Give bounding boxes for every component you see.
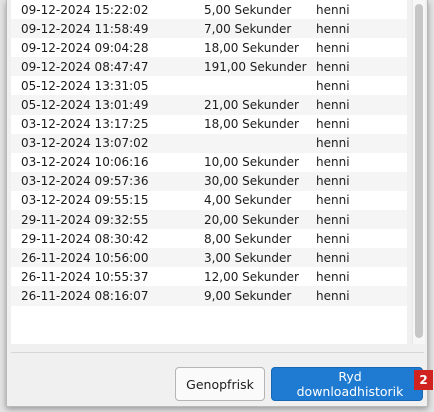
cell-user: henni [316,2,350,17]
cell-date: 05-12-2024 13:01:49 [11,95,204,115]
cell-user: henni [316,40,350,55]
clear-download-history-button[interactable]: Ryd downloadhistorik [271,367,423,401]
cell-duration: 9,00 Sekunder [204,286,316,306]
footer-divider [11,352,424,353]
scrollbar-thumb[interactable] [415,4,423,338]
cell-user: henni [316,286,407,306]
cell-duration: 4,00 Sekunder [204,193,292,208]
cell-duration: 10,00 Sekunder [204,155,299,170]
table-row[interactable]: 09-12-2024 15:22:02 5,00 Sekunder henni [11,0,407,19]
cell-date: 03-12-2024 13:07:02 [11,133,204,153]
cell-date: 03-12-2024 09:55:15 [21,193,149,208]
cell-date: 29-11-2024 08:30:42 [21,231,149,246]
cell-duration: 18,00 Sekunder [204,117,299,132]
cell-duration: 20,00 Sekunder [204,210,316,230]
cell-user: henni [316,269,350,284]
download-history-dialog: 09-12-2024 15:22:02 5,00 Sekunder henni 09-… [6,0,428,407]
table-row[interactable]: 09-12-2024 09:04:28 18,00 Sekunder henni [11,38,407,57]
annotation-badge: 2 [414,370,433,390]
cell-date: 26-11-2024 10:55:37 [21,269,149,284]
cell-user: henni [316,78,350,93]
cell-date: 03-12-2024 09:57:36 [11,171,204,191]
cell-date: 03-12-2024 13:17:25 [21,117,149,132]
cell-date: 03-12-2024 10:06:16 [21,155,149,170]
cell-duration: 21,00 Sekunder [204,95,316,115]
vertical-scrollbar[interactable] [412,0,425,344]
cell-date: 09-12-2024 08:47:47 [11,57,204,77]
cell-duration: 30,00 Sekunder [204,171,316,191]
cell-duration: 7,00 Sekunder [204,19,316,39]
table-row[interactable]: 05-12-2024 13:01:49 21,00 Sekunder henni [11,95,407,115]
cell-user: henni [316,57,407,77]
cell-duration: 5,00 Sekunder [204,2,292,17]
cell-duration: 8,00 Sekunder [204,231,292,246]
cell-date: 09-12-2024 11:58:49 [11,19,204,39]
cell-user: henni [316,95,407,115]
refresh-button[interactable]: Genopfrisk [175,367,265,401]
cell-date: 26-11-2024 10:56:00 [11,248,204,268]
cell-user: henni [316,117,350,132]
cell-user: henni [316,193,350,208]
cell-date: 09-12-2024 15:22:02 [21,2,149,17]
cell-duration: 3,00 Sekunder [204,248,316,268]
table-row[interactable]: 03-12-2024 10:06:16 10,00 Sekunder henni [11,153,407,172]
cell-date: 09-12-2024 09:04:28 [21,40,149,55]
download-history-table: 09-12-2024 15:22:02 5,00 Sekunder henni 09-… [11,0,407,306]
cell-duration: 191,00 Sekunder [204,57,316,77]
table-row[interactable]: 03-12-2024 09:57:36 30,00 Sekunder henni [11,171,407,191]
table-row[interactable]: 09-12-2024 11:58:49 7,00 Sekunder henni [11,19,407,39]
history-table-body: 09-12-2024 15:22:02 5,00 Sekunder henni 09-… [11,0,407,306]
cell-date: 29-11-2024 09:32:55 [11,210,204,230]
cell-user: henni [316,248,407,268]
table-row[interactable]: 03-12-2024 13:17:25 18,00 Sekunder henni [11,115,407,134]
cell-user: henni [316,210,407,230]
table-row[interactable]: 26-11-2024 10:55:37 12,00 Sekunder henni [11,267,407,286]
table-row[interactable]: 03-12-2024 09:55:15 4,00 Sekunder henni [11,191,407,210]
cell-user: henni [316,231,350,246]
table-row[interactable]: 09-12-2024 08:47:47 191,00 Sekunder henni [11,57,407,77]
cell-duration: 12,00 Sekunder [204,269,299,284]
download-history-list[interactable]: 09-12-2024 15:22:02 5,00 Sekunder henni 09-… [11,0,407,344]
cell-duration: 18,00 Sekunder [204,40,299,55]
cell-date: 26-11-2024 08:16:07 [11,286,204,306]
cell-duration [204,133,316,153]
cell-date: 05-12-2024 13:31:05 [21,78,149,93]
table-row[interactable]: 29-11-2024 08:30:42 8,00 Sekunder henni [11,229,407,248]
table-row[interactable]: 29-11-2024 09:32:55 20,00 Sekunder henni [11,210,407,230]
cell-user: henni [316,19,407,39]
table-row[interactable]: 26-11-2024 10:56:00 3,00 Sekunder henni [11,248,407,268]
cell-user: henni [316,155,350,170]
table-row[interactable]: 26-11-2024 08:16:07 9,00 Sekunder henni [11,286,407,306]
cell-user: henni [316,133,407,153]
table-row[interactable]: 03-12-2024 13:07:02 henni [11,133,407,153]
cell-duration [204,76,316,95]
cell-user: henni [316,171,407,191]
table-row[interactable]: 05-12-2024 13:31:05 henni [11,76,407,95]
